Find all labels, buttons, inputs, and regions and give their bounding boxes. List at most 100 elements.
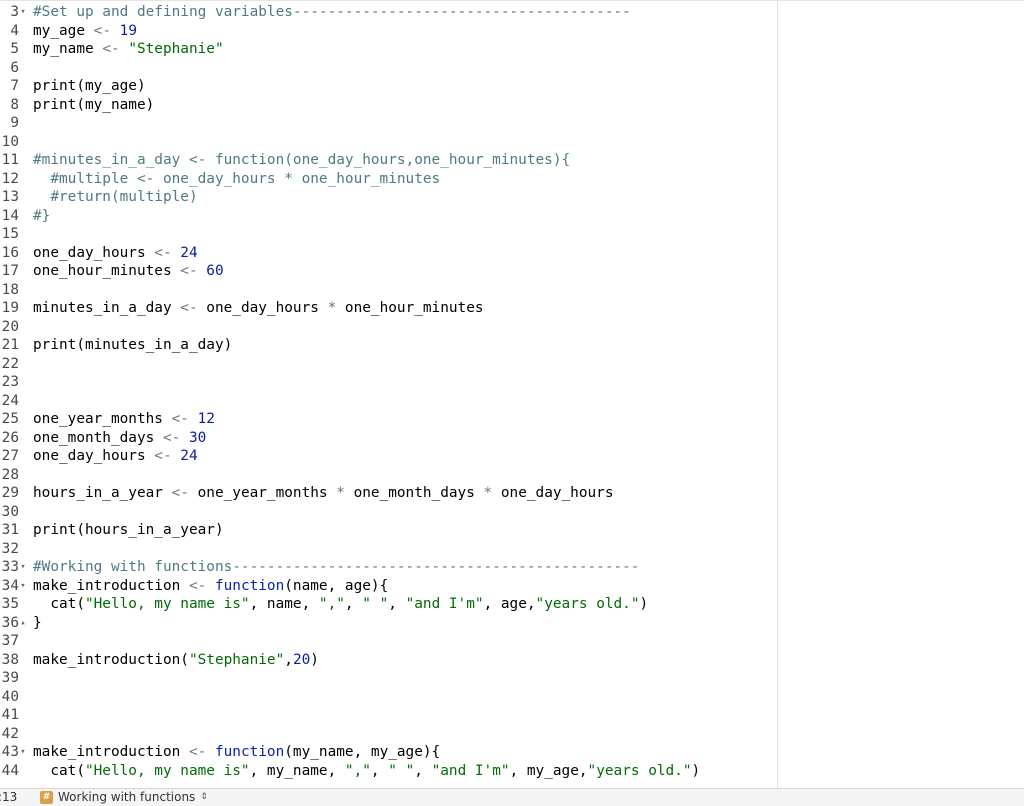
line-number: 4: [10, 22, 19, 39]
line-number: 29: [1, 485, 19, 501]
code-line[interactable]: 13 #return(multiple): [0, 188, 1024, 207]
code-token: ,: [284, 651, 293, 668]
code-token: "Stephanie": [128, 41, 224, 57]
line-number: 26: [1, 429, 19, 446]
code-token: hours_in_a_year: [33, 485, 172, 501]
code-token: one_hour_minutes: [344, 300, 484, 316]
code-text: one_hour_minutes <- 60: [33, 262, 224, 281]
fold-expanded-icon[interactable]: ▾: [19, 3, 27, 22]
code-line[interactable]: 37: [0, 632, 1024, 651]
code-line[interactable]: 20: [0, 318, 1024, 337]
code-token: 60: [206, 263, 224, 279]
code-line[interactable]: 36 ▴}: [0, 614, 1024, 633]
code-line[interactable]: 27 one_day_hours <- 24: [0, 447, 1024, 466]
code-token: <-: [180, 263, 207, 279]
code-token: , name,: [249, 596, 319, 612]
fold-expanded-icon[interactable]: ▾: [19, 558, 27, 577]
line-number: 24: [1, 392, 19, 409]
code-line[interactable]: 40: [0, 688, 1024, 707]
code-token: one_month_days: [353, 485, 484, 501]
code-line[interactable]: 32: [0, 540, 1024, 559]
code-token: function: [214, 744, 285, 760]
code-token: print(hours_in_a_year): [33, 522, 224, 538]
code-line[interactable]: 23: [0, 373, 1024, 392]
code-line[interactable]: 39: [0, 669, 1024, 688]
fold-expanded-icon[interactable]: ▾: [19, 743, 27, 762]
code-line[interactable]: 30: [0, 503, 1024, 522]
code-line[interactable]: 29 hours_in_a_year <- one_year_months * o…: [0, 484, 1024, 503]
code-line[interactable]: 14 #}: [0, 207, 1024, 226]
line-number: 21: [1, 337, 19, 353]
code-token: 12: [197, 411, 215, 427]
code-line[interactable]: 42: [0, 725, 1024, 744]
code-text: #minutes_in_a_day <- function(one_day_ho…: [33, 151, 570, 170]
code-line[interactable]: 12 #multiple <- one_day_hours * one_hour…: [0, 170, 1024, 189]
code-line[interactable]: 7 print(my_age): [0, 77, 1024, 96]
line-number: 12: [1, 170, 19, 187]
code-token: "Hello, my name is": [84, 762, 250, 779]
code-token: #}: [33, 207, 51, 224]
line-number: 10: [1, 133, 19, 150]
code-line[interactable]: 34 ▾ make_introduction <- function(name, a…: [0, 577, 1024, 596]
code-token: function: [214, 577, 285, 594]
code-token: <-: [171, 485, 198, 501]
hash-section-icon: #: [40, 791, 53, 804]
code-token: (my_name, my_age){: [284, 744, 441, 760]
code-line[interactable]: 28: [0, 466, 1024, 485]
code-editor[interactable]: 3 ▾ #Set up and defining variables--------…: [0, 0, 1024, 788]
code-line[interactable]: 18: [0, 281, 1024, 300]
code-line[interactable]: 15: [0, 225, 1024, 244]
code-line[interactable]: 19 minutes_in_a_day <- one_day_hours * on…: [0, 299, 1024, 318]
code-token: #Working with functions-----------------…: [33, 559, 640, 575]
code-token: <-: [171, 411, 198, 427]
code-line[interactable]: 6: [0, 59, 1024, 78]
code-token: one_day_hours: [33, 448, 155, 464]
code-token: print(my_name): [33, 96, 155, 113]
code-line[interactable]: 4 my_age <- 19: [0, 22, 1024, 41]
code-line[interactable]: 25 one_year_months <- 12: [0, 410, 1024, 429]
code-line[interactable]: 38 make_introduction("Stephanie",20): [0, 651, 1024, 670]
code-token: ): [691, 762, 701, 779]
code-text: #Set up and defining variables----------…: [33, 3, 631, 22]
code-token: *: [336, 485, 354, 501]
code-line[interactable]: 9: [0, 114, 1024, 133]
code-token: #return(multiple): [33, 189, 198, 205]
line-number: 7: [10, 78, 19, 94]
code-line[interactable]: 21 print(minutes_in_a_day): [0, 336, 1024, 355]
section-navigator[interactable]: # Working with functions ⇕: [40, 789, 208, 806]
fold-end-icon[interactable]: ▴: [19, 614, 27, 633]
code-line[interactable]: 33 ▾ #Working with functions--------------…: [0, 558, 1024, 577]
code-line[interactable]: 24: [0, 392, 1024, 411]
code-line[interactable]: 17 one_hour_minutes <- 60: [0, 262, 1024, 281]
code-line[interactable]: 43 ▾ make_introduction <- function(my_name…: [0, 743, 1024, 762]
code-token: ,: [344, 596, 363, 612]
code-line[interactable]: 3 ▾ #Set up and defining variables--------…: [0, 3, 1024, 22]
code-line[interactable]: 44 cat("Hello, my name is", my_name, ","…: [0, 762, 1024, 781]
code-line[interactable]: 11 #minutes_in_a_day <- function(one_day_…: [0, 151, 1024, 170]
fold-expanded-icon[interactable]: ▾: [19, 577, 27, 596]
code-token: }: [33, 614, 42, 631]
code-token: cat(: [33, 596, 85, 612]
code-line[interactable]: 22: [0, 355, 1024, 374]
line-number: 38: [1, 651, 19, 668]
code-line[interactable]: 16 one_day_hours <- 24: [0, 244, 1024, 263]
code-line[interactable]: 31 print(hours_in_a_year): [0, 521, 1024, 540]
line-number: 32: [1, 540, 19, 557]
line-number: 8: [10, 96, 19, 113]
code-line[interactable]: 8 print(my_name): [0, 96, 1024, 115]
code-token: *: [327, 300, 345, 316]
code-line[interactable]: 26 one_month_days <- 30: [0, 429, 1024, 448]
line-number: 41: [1, 707, 19, 723]
code-token: ,: [388, 596, 406, 612]
line-number: 36: [1, 614, 19, 631]
code-line[interactable]: 5 my_name <- "Stephanie": [0, 40, 1024, 59]
code-text: cat("Hello, my name is", name, ",", " ",…: [33, 595, 648, 614]
code-line[interactable]: 35 cat("Hello, my name is", name, ",", "…: [0, 595, 1024, 614]
code-text: }: [33, 614, 42, 633]
code-line[interactable]: 41: [0, 706, 1024, 725]
line-number: 30: [1, 503, 19, 520]
code-token: ): [310, 651, 319, 668]
code-token: #minutes_in_a_day <- function(one_day_ho…: [33, 152, 571, 168]
line-number: 20: [1, 318, 19, 335]
code-line[interactable]: 10: [0, 133, 1024, 152]
